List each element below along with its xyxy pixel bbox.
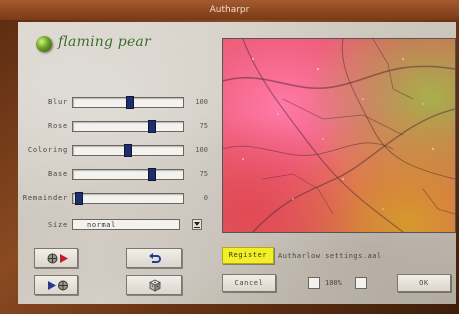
cancel-button[interactable]: Cancel: [222, 274, 276, 292]
undo-button[interactable]: [126, 248, 182, 268]
slider-value-rose: 75: [199, 122, 208, 130]
window-title: Autharpr: [0, 0, 459, 20]
slider-label-coloring: Coloring: [27, 146, 68, 154]
slider-track-rose[interactable]: [72, 120, 184, 133]
slider-label-rose: Rose: [47, 122, 68, 130]
slider-thumb-blur[interactable]: [126, 96, 134, 109]
preview-toggle-checkbox[interactable]: [355, 277, 367, 289]
slider-value-coloring: 100: [195, 146, 208, 154]
slider-track-blur[interactable]: [72, 96, 184, 109]
slider-label-base: Base: [47, 170, 68, 178]
save-preset-icon: [48, 280, 68, 291]
ok-button[interactable]: OK: [397, 274, 451, 292]
undo-arrow-icon: [149, 253, 161, 263]
slider-track-remainder[interactable]: [72, 192, 184, 205]
register-button[interactable]: Register: [222, 247, 274, 264]
slider-track-base[interactable]: [72, 168, 184, 181]
slider-track-coloring[interactable]: [72, 144, 184, 157]
slider-value-remainder: 0: [203, 194, 208, 202]
preview-canvas: [223, 39, 455, 232]
size-dropdown-button[interactable]: [192, 219, 202, 230]
slider-value-blur: 100: [195, 98, 208, 106]
slider-thumb-coloring[interactable]: [124, 144, 132, 157]
slider-label-blur: Blur: [47, 98, 68, 106]
load-preset-button[interactable]: [34, 248, 78, 268]
slider-label-remainder: Remainder: [22, 194, 68, 202]
load-preset-icon: [47, 253, 68, 264]
zoom-100-label: 100%: [325, 279, 342, 287]
settings-filename: Autharlow settings.aal: [278, 252, 382, 260]
dice-icon: [149, 279, 161, 292]
slider-thumb-base[interactable]: [148, 168, 156, 181]
save-preset-button[interactable]: [34, 275, 78, 295]
size-select[interactable]: normal: [72, 219, 180, 230]
chevron-down-icon: [194, 222, 200, 228]
brand-logo-text: flaming pear: [58, 34, 151, 50]
size-label: Size: [47, 221, 68, 229]
slider-thumb-rose[interactable]: [148, 120, 156, 133]
randomize-button[interactable]: [126, 275, 182, 295]
zoom-100-checkbox[interactable]: [308, 277, 320, 289]
flaming-pear-ball-icon: [36, 36, 52, 52]
preview-image[interactable]: [222, 38, 456, 233]
slider-thumb-remainder[interactable]: [75, 192, 83, 205]
slider-value-base: 75: [199, 170, 208, 178]
